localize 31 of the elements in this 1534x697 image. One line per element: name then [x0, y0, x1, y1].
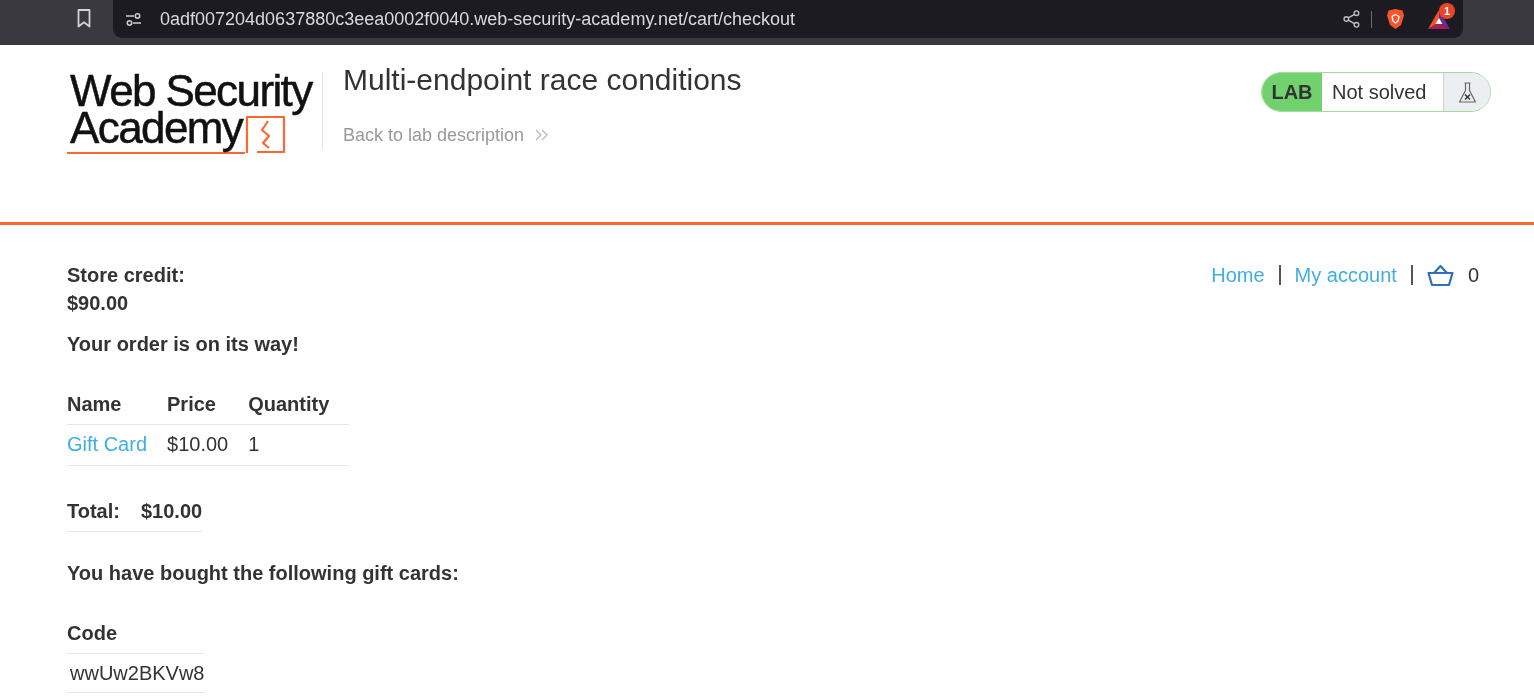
- shield-icon[interactable]: [1386, 8, 1405, 30]
- share-icon[interactable]: [1342, 10, 1360, 28]
- column-header: Code: [67, 619, 205, 654]
- table-cell: 1: [248, 424, 350, 466]
- logo-mark-icon: [245, 115, 288, 155]
- table-cell: $10.00: [167, 424, 249, 466]
- store-credit-value: $90.00: [67, 291, 129, 316]
- basket-icon[interactable]: [1426, 263, 1454, 287]
- double-chevron-icon: [534, 128, 550, 142]
- notification-badge: 1: [1439, 2, 1455, 19]
- order-message: Your order is on its way!: [67, 332, 299, 357]
- column-header: Quantity: [248, 390, 350, 425]
- product-link[interactable]: Gift Card: [67, 433, 148, 455]
- gift-cards-heading: You have bought the following gift cards:: [67, 561, 459, 586]
- total-value: $10.00: [140, 497, 203, 532]
- address-bar[interactable]: 0adf007204d0637880c3eea0002f0040.web-security-academy.net/cart/checkout 1: [113, 0, 1463, 38]
- total-label: Total:: [67, 497, 141, 532]
- column-header: Name: [67, 390, 168, 425]
- cart-count: 0: [1467, 263, 1479, 288]
- status-text: Not solved: [1331, 79, 1428, 105]
- bookmark-icon[interactable]: [76, 8, 92, 29]
- store-credit-label: Store credit:: [67, 263, 185, 288]
- table-cell: wwUw2BKVw8: [67, 653, 205, 693]
- lab-label: LAB: [1262, 73, 1322, 111]
- nav-link[interactable]: My account: [1294, 261, 1397, 289]
- sliders-icon[interactable]: [125, 12, 142, 26]
- column-header: Price: [167, 390, 249, 425]
- url-text[interactable]: 0adf007204d0637880c3eea0002f0040.web-security-academy.net/cart/checkout: [160, 8, 796, 30]
- lab-title: Multi-endpoint race conditions: [343, 63, 742, 97]
- back-link[interactable]: Back to lab description: [343, 124, 550, 146]
- nav-link[interactable]: Home: [1211, 261, 1265, 289]
